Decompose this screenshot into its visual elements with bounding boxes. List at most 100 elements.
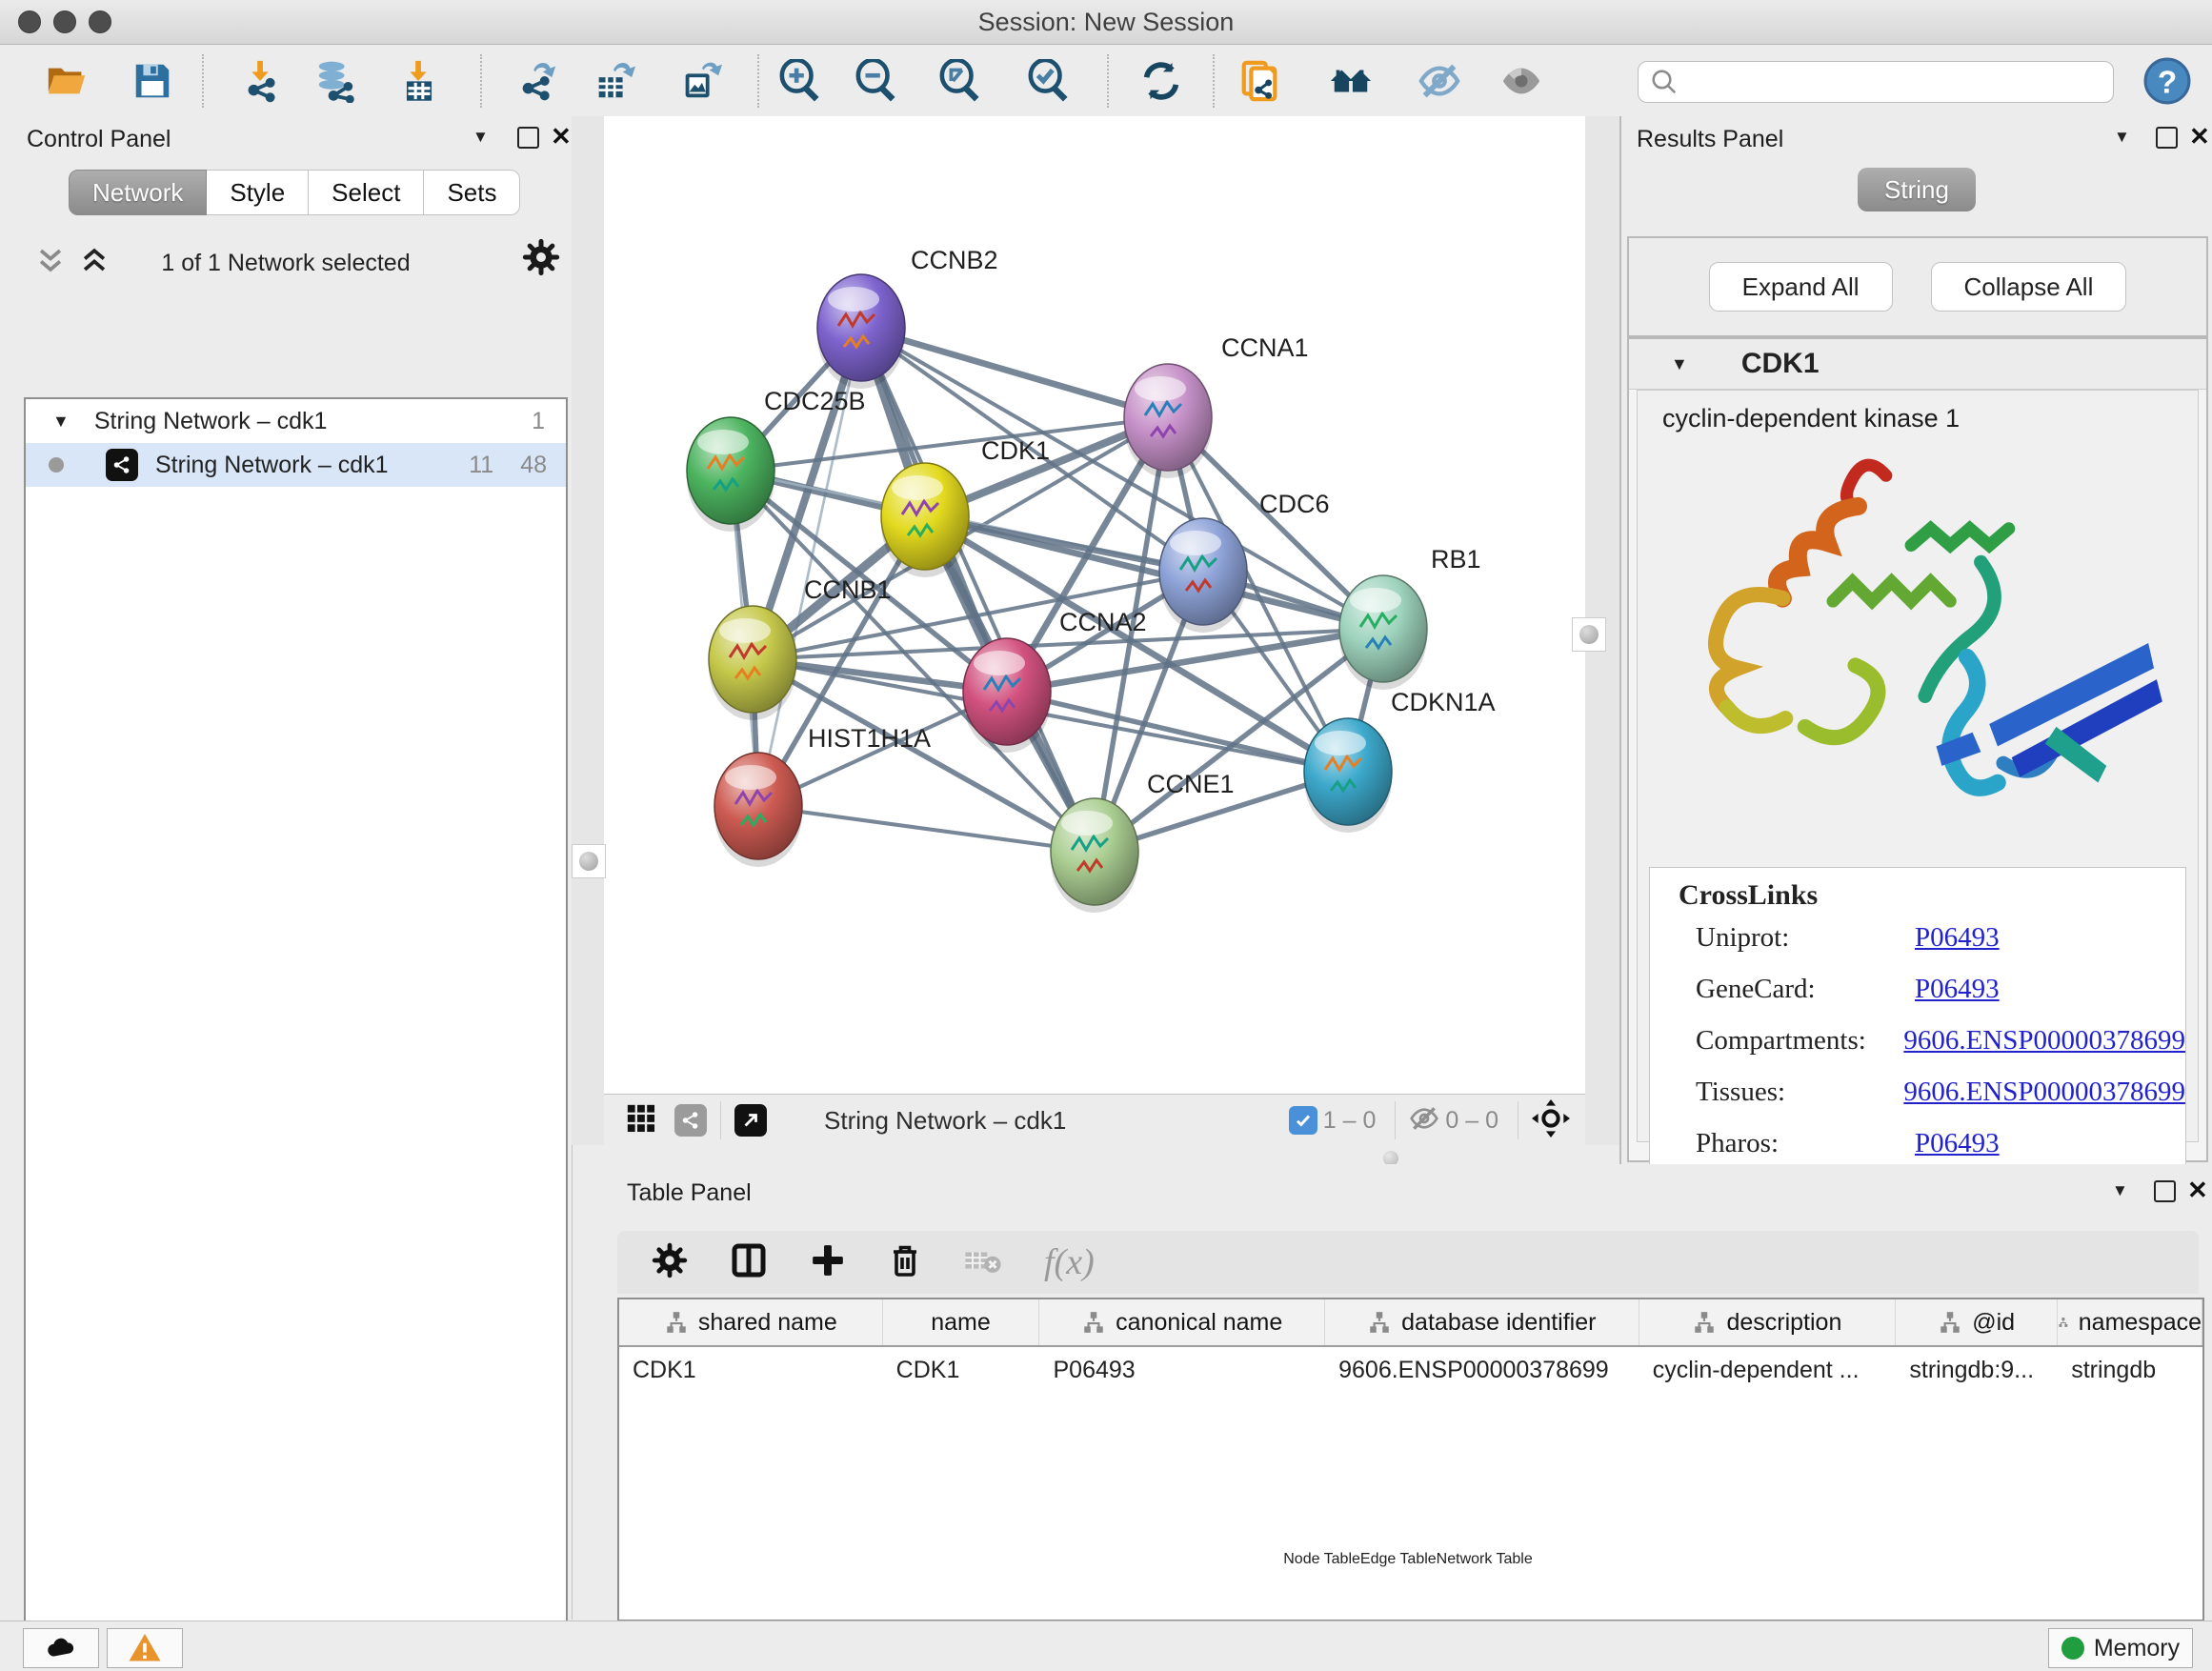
table-cell[interactable]: 9606.ENSP00000378699 [1325,1357,1639,1384]
network-edge[interactable] [758,806,1095,852]
search-field[interactable] [1638,61,2114,103]
table-cell[interactable]: CDK1 [619,1357,883,1384]
panel-float-icon[interactable] [517,127,539,149]
tab-style[interactable]: Style [207,170,309,215]
add-column-icon[interactable] [810,1242,846,1283]
open-session-icon[interactable] [43,57,90,105]
hidden-eye-icon[interactable] [1409,1103,1439,1138]
export-table-icon[interactable] [590,57,637,105]
zoom-in-icon[interactable] [776,57,824,105]
results-actions: Expand All Collapse All [1627,236,2208,337]
table-cell[interactable]: stringdb:9... [1896,1357,2058,1384]
network-node-cdkn1a[interactable] [1304,718,1392,833]
network-edge[interactable] [861,328,1095,852]
collection-expand-icon[interactable]: ▼ [52,412,70,432]
table-cell[interactable]: stringdb [2058,1357,2202,1384]
right-splitter-handle[interactable] [1572,617,1606,652]
first-neighbors-icon[interactable] [1237,57,1284,105]
import-table-file-icon[interactable] [395,57,443,105]
selected-checkbox-icon[interactable] [1289,1106,1317,1135]
show-columns-icon[interactable] [730,1241,768,1284]
zoom-fit-icon[interactable] [936,57,984,105]
network-edge[interactable] [861,328,1168,417]
zoom-out-icon[interactable] [853,57,900,105]
panel-float-icon[interactable] [2154,1180,2176,1202]
column-header-namespace[interactable]: namespace [2058,1299,2202,1345]
string-panel-icon[interactable] [674,1104,707,1137]
tab-network-table[interactable]: Network Table [1437,1551,1533,1568]
crosslink-link[interactable]: P06493 [1915,1128,2000,1159]
panel-menu-icon[interactable]: ▼ [473,128,489,147]
tab-string[interactable]: String [1858,168,1976,211]
refresh-icon[interactable] [1137,57,1185,105]
table-cell[interactable]: CDK1 [883,1357,1040,1384]
collapse-all-button[interactable]: Collapse All [1931,262,2127,312]
crosslink-link[interactable]: 9606.ENSP00000378699 [1903,1077,2185,1108]
table-cell[interactable]: P06493 [1039,1357,1325,1384]
show-hidden-icon[interactable] [1416,57,1463,105]
table-row[interactable]: CDK1CDK1P064939606.ENSP00000378699cyclin… [619,1347,2202,1393]
export-network-icon[interactable] [513,57,561,105]
network-node-ccna1[interactable] [1124,364,1212,478]
network-view-canvas[interactable]: CCNB2CCNA1CDC25BCDK1CDC6RB1CCNB1CCNA2CDK… [604,116,1585,1094]
left-splitter-handle[interactable] [572,844,606,878]
tab-edge-table[interactable]: Edge Table [1360,1551,1437,1568]
collapse-all-networks-icon[interactable] [34,244,67,281]
network-collection-row[interactable]: ▼ String Network – cdk1 1 [26,399,566,443]
network-node-ccnb2[interactable] [817,274,905,389]
panel-float-icon[interactable] [2156,127,2178,149]
zoom-selected-icon[interactable] [1025,57,1073,105]
column-header-canonical-name[interactable]: canonical name [1039,1299,1325,1345]
column-header-database-identifier[interactable]: database identifier [1325,1299,1639,1345]
column-header-name[interactable]: name [883,1299,1040,1345]
panel-menu-icon[interactable]: ▼ [2112,1181,2128,1200]
import-network-file-icon[interactable] [237,57,285,105]
pan-crosshair-icon[interactable] [1532,1099,1570,1142]
detach-view-icon[interactable] [734,1104,767,1137]
network-row[interactable]: String Network – cdk1 11 48 [26,443,566,487]
delete-column-icon[interactable] [888,1243,922,1282]
warnings-button[interactable] [107,1628,183,1668]
help-icon[interactable]: ? [2143,57,2191,105]
network-node-ccna2[interactable] [963,638,1051,753]
tab-network[interactable]: Network [69,170,207,215]
panel-menu-icon[interactable]: ▼ [2114,128,2130,147]
export-image-icon[interactable] [676,57,724,105]
crosslink-link[interactable]: P06493 [1915,974,2000,1005]
toolbar-separator [202,54,204,108]
network-node-cdc25b[interactable] [687,417,774,532]
network-node-hist1h1a[interactable] [714,753,802,867]
home-view-icon[interactable] [1327,57,1375,105]
table-cell[interactable]: cyclin-dependent ... [1639,1357,1897,1384]
column-header--id[interactable]: @id [1896,1299,2058,1345]
tab-select[interactable]: Select [309,170,424,215]
gene-collapse-icon[interactable]: ▼ [1671,354,1688,374]
crosslink-link[interactable]: 9606.ENSP00000378699 [1903,1025,2185,1057]
network-options-gear-icon[interactable] [522,238,560,281]
network-node-cdc6[interactable] [1159,518,1247,633]
column-header-shared-name[interactable]: shared name [619,1299,883,1345]
panel-close-icon[interactable]: ✕ [551,122,572,151]
column-header-description[interactable]: description [1639,1299,1897,1345]
network-node-cdk1[interactable] [881,463,969,577]
memory-button[interactable]: Memory [2048,1628,2193,1668]
tab-node-table[interactable]: Node Table [1283,1551,1360,1568]
table-options-gear-icon[interactable] [652,1242,688,1283]
expand-all-networks-icon[interactable] [78,244,111,281]
search-input[interactable] [1679,68,2101,97]
panel-close-icon[interactable]: ✕ [2187,1176,2208,1205]
panel-close-icon[interactable]: ✕ [2189,122,2210,151]
network-node-ccne1[interactable] [1051,798,1138,913]
left-splitter[interactable] [572,116,604,1145]
save-session-icon[interactable] [129,57,176,105]
birds-eye-view-icon[interactable] [625,1102,657,1139]
import-network-database-icon[interactable] [312,57,359,105]
hide-selected-icon[interactable] [1498,57,1545,105]
network-node-rb1[interactable] [1339,575,1427,690]
crosslink-link[interactable]: P06493 [1915,922,2000,954]
network-node-ccnb1[interactable] [709,606,796,720]
tab-sets[interactable]: Sets [424,170,520,215]
gene-header[interactable]: ▼ CDK1 [1629,339,2206,390]
expand-all-button[interactable]: Expand All [1709,262,1893,312]
cloud-status-button[interactable] [23,1628,99,1668]
